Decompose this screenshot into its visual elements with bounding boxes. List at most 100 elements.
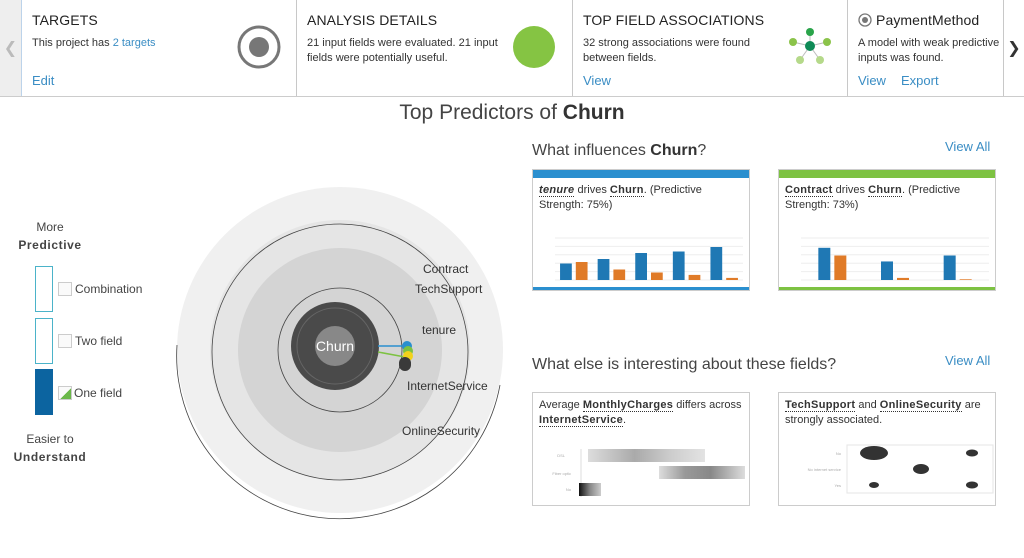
network-icon [789,28,831,64]
bubble [913,464,929,474]
edit-link[interactable]: Edit [32,73,54,88]
bar-yes-1 [575,262,588,280]
tenure-insight-card[interactable]: tenure drives Churn. (Predictive Strengt… [532,169,750,291]
interesting-view-all-link[interactable]: View All [945,353,990,368]
insight-mid: drives [574,184,610,196]
svg-text:Yes: Yes [834,483,841,488]
card-text: A model with weak predictive inputs was … [858,37,1000,64]
legend-top-line2: Predictive [18,238,82,252]
export-link[interactable]: Export [901,73,939,88]
label-onlinesecurity: OnlineSecurity [402,424,480,438]
legend-bar-one-field [35,369,53,415]
bubble [966,481,978,489]
chevron-left-icon[interactable]: ❮ [0,0,22,96]
card-text: This project has 2 targets [32,36,232,51]
contract-bar-chart [801,237,989,281]
legend-top-line1: More [36,220,64,234]
insight-mid: differs across [673,399,742,411]
bubble [860,446,888,460]
card-accent-bar [533,170,749,178]
legend-easier-to-understand: Easier to Understand [10,430,90,466]
tenure-bar-chart [555,237,743,281]
insight-mid: and [855,399,880,411]
bar-yes-3 [959,279,972,280]
legend-bottom-line2: Understand [13,450,87,464]
svg-text:No: No [836,451,842,456]
heatmap-row-fiber [659,466,745,479]
card-title-text: PaymentMethod [876,12,980,28]
bubble-chart: No No internet service Yes [808,444,994,494]
bar-yes-4 [688,274,701,280]
legend-bar-combination [35,266,53,312]
title-prefix: Top Predictors of [399,101,563,124]
svg-text:No: No [566,487,572,492]
insight-mid: drives [832,184,869,196]
card-title: PaymentMethod [858,12,993,28]
card-accent-bottom [779,287,995,290]
field-name[interactable]: OnlineSecurity [879,399,962,412]
bar-yes-2 [613,269,626,280]
target-name[interactable]: Churn [609,184,644,197]
legend-label-text: Two field [75,334,123,348]
legend-two-field[interactable]: Two field [58,334,122,348]
bar-no-1 [560,263,572,280]
targets-link[interactable]: 2 targets [113,37,156,49]
targets-card: TARGETS This project has 2 targets Edit [22,0,297,96]
bar-no-2 [597,259,610,280]
heatmap-row-dsl [588,449,705,462]
payment-method-card: PaymentMethod A model with weak predicti… [848,0,1004,96]
checkbox-icon[interactable] [58,334,72,348]
target-icon [237,25,281,69]
field-name[interactable]: TechSupport [785,399,856,412]
radio-icon [858,13,872,27]
status-circle-icon [513,26,555,68]
label-techsupport: TechSupport [415,282,483,296]
card-text: 32 strong associations were found betwee… [583,37,750,64]
insight-suffix: . [622,414,627,426]
bar-no-4 [672,251,685,280]
influences-title: What influences Churn? [532,142,706,160]
bar-no-5 [710,247,723,280]
title-prefix: What influences [532,142,651,159]
view-link[interactable]: View [583,73,611,88]
bar-yes-1 [834,255,847,280]
monthlycharges-insight-card[interactable]: Average MonthlyCharges differs across In… [532,392,750,506]
label-tenure: tenure [422,323,456,337]
title-target: Churn [650,142,698,159]
techsupport-insight-card[interactable]: TechSupport and OnlineSecurity are stron… [778,392,996,506]
summary-bar: ❮ TARGETS This project has 2 targets Edi… [0,0,1024,97]
field-name[interactable]: InternetService [539,414,623,427]
field-name[interactable]: MonthlyCharges [582,399,674,412]
legend-label-text: One field [74,386,123,400]
insight-prefix: Average [539,399,583,411]
checkbox-icon[interactable] [58,282,72,296]
title-target: Churn [562,101,625,124]
bar-yes-5 [726,277,738,280]
bar-yes-2 [897,277,909,280]
legend-bar-two-field [35,318,53,364]
center-label: Churn [316,338,354,354]
insight-text: TechSupport and OnlineSecurity are stron… [779,393,995,428]
insight-text: Contract drives Churn. (Predictive Stren… [779,178,995,213]
legend-combination[interactable]: Combination [58,282,142,296]
bar-yes-3 [651,272,663,280]
card-text: 21 input fields were evaluated. 21 input… [307,37,498,64]
chevron-right-icon[interactable]: ❯ [1004,0,1024,96]
heatmap-row-no [579,483,601,496]
target-name[interactable]: Churn [868,184,902,197]
analysis-details-card: ANALYSIS DETAILS 21 input fields were ev… [297,0,573,96]
bar-no-2 [881,261,893,280]
contract-insight-card[interactable]: Contract drives Churn. (Predictive Stren… [778,169,996,291]
svg-text:No internet service: No internet service [808,467,842,472]
field-name[interactable]: tenure [539,184,575,197]
svg-text:Fiber optic: Fiber optic [552,471,571,476]
legend-one-field[interactable]: One field [58,386,122,400]
label-contract: Contract [423,262,469,276]
svg-text:DSL: DSL [557,453,566,458]
card-accent-bar [779,170,995,178]
internetservice-node[interactable] [399,357,411,371]
influences-view-all-link[interactable]: View All [945,139,990,154]
field-name[interactable]: Contract [785,184,833,197]
bubble [869,482,879,488]
view-link[interactable]: View [858,73,886,88]
